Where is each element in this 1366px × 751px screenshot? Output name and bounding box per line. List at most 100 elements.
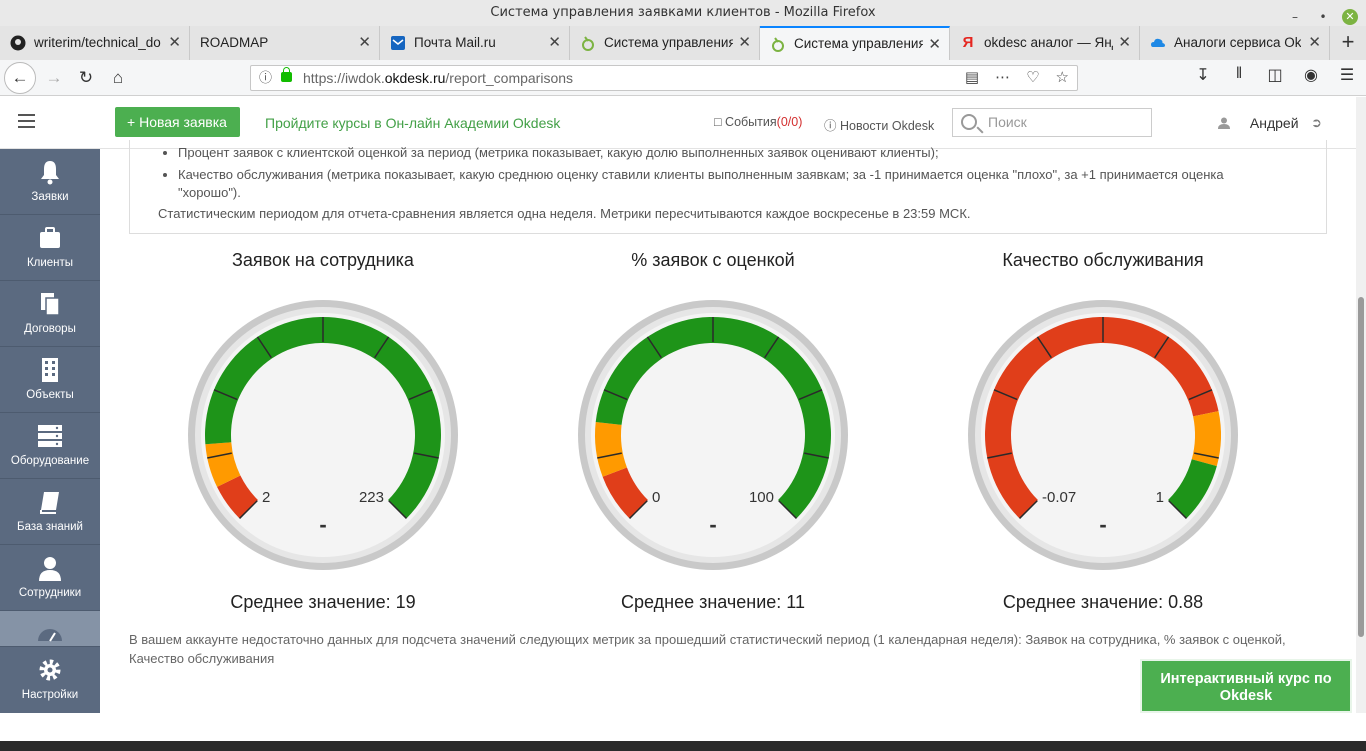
info-note: Статистическим периодом для отчета-сравн… xyxy=(158,206,971,221)
mail-icon xyxy=(391,36,405,50)
gauge-dial: 2 223 - xyxy=(188,300,458,570)
search-icon xyxy=(961,114,977,130)
gauge-max-label: 100 xyxy=(749,489,774,506)
tab-label: Система управления xyxy=(794,36,923,51)
okdesk-icon xyxy=(582,36,594,51)
tab-close-icon[interactable]: ✕ xyxy=(1118,26,1131,60)
sidebar-item-knowledge-base[interactable]: База знаний xyxy=(0,479,100,545)
news-link[interactable]: ⓘ Новости Okdesk xyxy=(824,115,934,134)
tab-close-icon[interactable]: ✕ xyxy=(928,28,941,60)
tab-label: writerim/technical_do xyxy=(34,35,161,50)
sidebar-item-equipment[interactable]: Оборудование xyxy=(0,413,100,479)
gauge-min-label: -0.07 xyxy=(1042,489,1076,506)
metrics-info-box: Процент заявок с клиентской оценкой за п… xyxy=(129,140,1327,234)
server-icon xyxy=(38,425,62,447)
tab-close-icon[interactable]: ✕ xyxy=(548,26,561,60)
info-bullet: Качество обслуживания (метрика показывае… xyxy=(178,166,1288,202)
close-window-icon[interactable]: ✕ xyxy=(1342,9,1358,25)
gauge-requests-per-employee: Заявок на сотрудника 2 223 - Среднее значе… xyxy=(173,240,473,620)
cloud-icon xyxy=(1151,38,1165,47)
info-icon[interactable]: ⓘ xyxy=(259,66,272,90)
plus-icon: + xyxy=(127,114,136,130)
page-actions-icon[interactable]: ⋯ xyxy=(995,66,1010,90)
reader-view-icon[interactable]: ▤ xyxy=(965,66,979,90)
sidebar-item-settings[interactable]: Настройки xyxy=(0,647,100,713)
building-icon xyxy=(42,358,58,382)
url-bar[interactable]: ⓘ https://iwdok.okdesk.ru/report_compari… xyxy=(250,65,1078,91)
forward-button[interactable]: → xyxy=(40,64,68,92)
navigation-bar: ← → ↻ ⌂ ⓘ https://iwdok.okdesk.ru/report… xyxy=(0,60,1366,96)
url-text: https://iwdok.okdesk.ru/report_compariso… xyxy=(303,70,574,86)
sidebar-item-requests[interactable]: Заявки xyxy=(0,149,100,215)
tab-roadmap[interactable]: ROADMAP ✕ xyxy=(190,26,380,60)
bell-icon xyxy=(41,161,59,185)
scrollbar-thumb[interactable] xyxy=(1358,297,1364,637)
tab-close-icon[interactable]: ✕ xyxy=(358,26,371,60)
gauge-dial: -0.07 1 - xyxy=(968,300,1238,570)
alert-icon: ⓘ xyxy=(824,119,837,133)
tab-close-icon[interactable]: ✕ xyxy=(168,26,181,60)
tab-label: Почта Mail.ru xyxy=(414,35,496,50)
okdesk-icon xyxy=(772,37,784,52)
tab-label: ROADMAP xyxy=(200,35,269,50)
gauge-title: Качество обслуживания xyxy=(1002,250,1204,270)
page-scrollbar[interactable] xyxy=(1356,97,1366,713)
documents-icon xyxy=(41,293,60,316)
sidebar-item-clients[interactable]: Клиенты xyxy=(0,215,100,281)
tab-github[interactable]: writerim/technical_do ✕ xyxy=(0,26,190,60)
sidebar-item-employees[interactable]: Сотрудники xyxy=(0,545,100,611)
tab-yandex[interactable]: Я okdesc аналог — Янд ✕ xyxy=(950,26,1140,60)
events-count: (0/0) xyxy=(776,115,803,129)
sidebar-toggle-icon[interactable]: ◫ xyxy=(1264,65,1286,85)
yandex-icon: Я xyxy=(962,34,974,51)
tab-mail[interactable]: Почта Mail.ru ✕ xyxy=(380,26,570,60)
interactive-course-button[interactable]: Интерактивный курс по Okdesk xyxy=(1140,659,1352,713)
sidebar-item-contracts[interactable]: Договоры xyxy=(0,281,100,347)
gauge-average: Среднее значение: 19 xyxy=(230,592,416,612)
os-taskbar xyxy=(0,741,1366,751)
downloads-icon[interactable]: ↧ xyxy=(1192,65,1214,85)
reload-button[interactable]: ↻ xyxy=(72,64,100,92)
gauge-value: - xyxy=(1099,512,1106,537)
chat-icon: □ xyxy=(714,115,722,129)
new-tab-button[interactable]: + xyxy=(1330,26,1366,60)
person-icon xyxy=(39,557,61,581)
account-icon[interactable]: ◉ xyxy=(1300,65,1322,85)
sidebar-item-reports[interactable] xyxy=(0,611,100,647)
gear-icon xyxy=(39,659,61,681)
sidebar-item-objects[interactable]: Объекты xyxy=(0,347,100,413)
gauge-min-label: 0 xyxy=(652,489,660,506)
menu-icon[interactable]: ☰ xyxy=(1336,65,1358,85)
tab-okdesk-1[interactable]: Система управления ✕ xyxy=(570,26,760,60)
gauge-service-quality: Качество обслуживания -0.07 1 - Среднее зн… xyxy=(953,240,1253,620)
github-icon xyxy=(10,35,26,51)
tab-close-icon[interactable]: ✕ xyxy=(738,26,751,60)
tab-okdesk-active[interactable]: Система управления ✕ xyxy=(760,26,950,60)
tab-label: Система управления xyxy=(604,35,733,50)
gauge-min-label: 2 xyxy=(262,489,270,506)
sidebar: Заявки Клиенты Договоры Объекты Оборудов… xyxy=(0,149,100,713)
search-input[interactable]: Поиск xyxy=(952,108,1152,137)
gauge-value: - xyxy=(319,512,326,537)
gauge-value: - xyxy=(709,512,716,537)
academy-courses-link[interactable]: Пройдите курсы в Он-лайн Академии Okdesk xyxy=(265,115,560,131)
tab-close-icon[interactable]: ✕ xyxy=(1308,26,1321,60)
user-menu[interactable]: Андрей xyxy=(1218,115,1299,131)
new-request-button[interactable]: + Новая заявка xyxy=(115,107,240,137)
lock-icon xyxy=(281,67,292,82)
book-icon xyxy=(40,492,59,514)
logout-icon[interactable]: ➲ xyxy=(1311,115,1322,131)
window-titlebar: Система управления заявками клиентов - M… xyxy=(0,0,1366,26)
tab-strip: writerim/technical_do ✕ ROADMAP ✕ Почта … xyxy=(0,26,1366,60)
info-bullet: Процент заявок с клиентской оценкой за п… xyxy=(178,144,1288,162)
back-button[interactable]: ← xyxy=(4,62,36,94)
tab-label: okdesc аналог — Янд xyxy=(984,35,1113,50)
tab-analogs[interactable]: Аналоги сервиса Ok ✕ xyxy=(1140,26,1330,60)
window-title: Система управления заявками клиентов - M… xyxy=(490,5,876,20)
bookmark-star-icon[interactable]: ☆ xyxy=(1056,66,1069,90)
library-icon[interactable]: ‖ xyxy=(1228,65,1250,85)
hamburger-menu-icon[interactable] xyxy=(18,114,35,128)
pocket-icon[interactable]: ♡ xyxy=(1026,66,1039,90)
events-link[interactable]: □ События(0/0) xyxy=(714,115,802,129)
home-button[interactable]: ⌂ xyxy=(104,64,132,92)
